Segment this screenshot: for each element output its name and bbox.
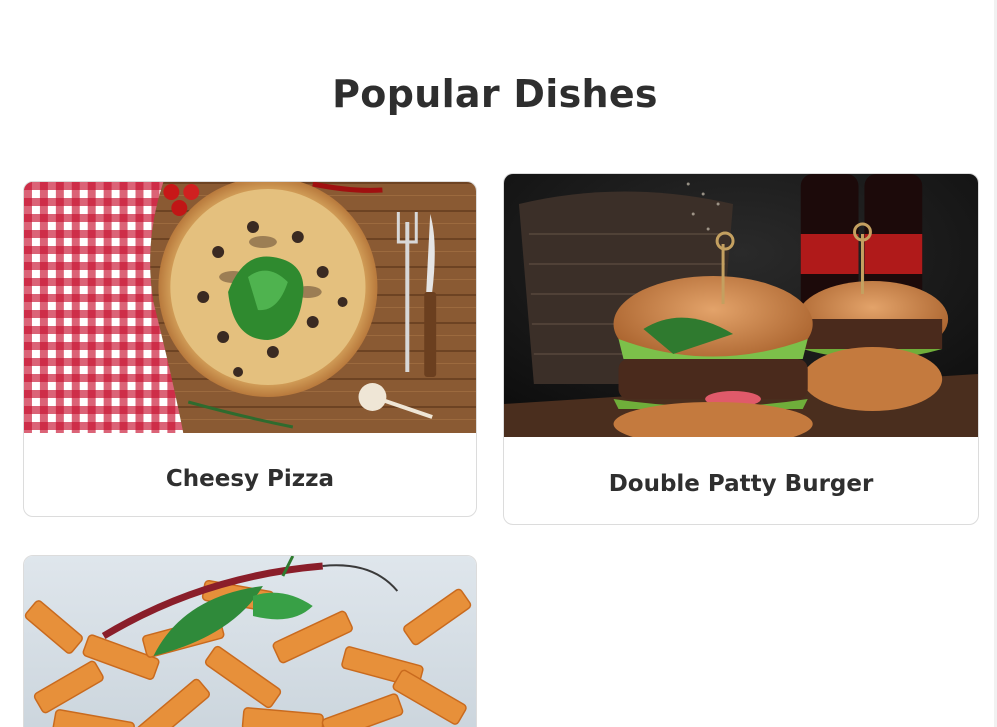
dish-card-pizza[interactable]: Cheesy Pizza bbox=[23, 181, 477, 517]
pizza-image bbox=[24, 182, 476, 433]
section-title: Popular Dishes bbox=[332, 72, 658, 116]
dish-card-burger[interactable]: Double Patty Burger bbox=[503, 173, 979, 525]
popular-dishes-page: Popular Dishes Cheesy Pizza Double Patty… bbox=[0, 0, 997, 727]
dish-title: Cheesy Pizza bbox=[165, 466, 335, 492]
pasta-image bbox=[24, 556, 476, 727]
dish-card-pasta[interactable] bbox=[23, 555, 477, 727]
burger-image bbox=[504, 174, 978, 437]
dish-title: Double Patty Burger bbox=[608, 471, 874, 497]
